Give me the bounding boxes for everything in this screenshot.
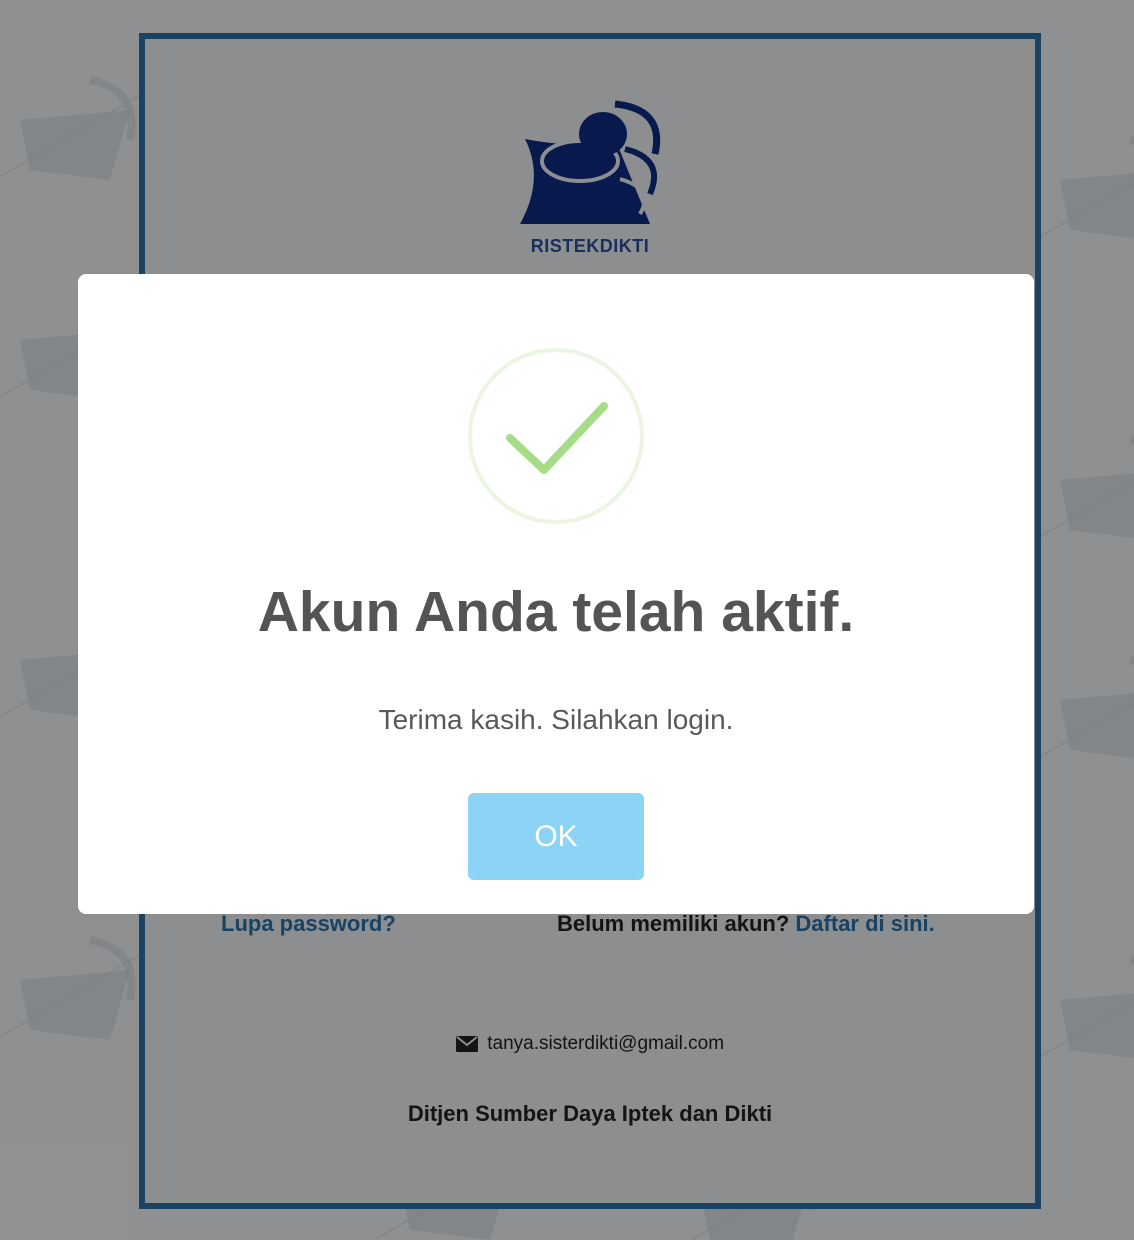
success-check-icon: [468, 348, 644, 524]
ok-button[interactable]: OK: [468, 793, 644, 880]
success-dialog: Akun Anda telah aktif. Terima kasih. Sil…: [78, 274, 1034, 914]
dialog-title: Akun Anda telah aktif.: [257, 580, 855, 644]
dialog-message: Terima kasih. Silahkan login.: [378, 704, 734, 735]
